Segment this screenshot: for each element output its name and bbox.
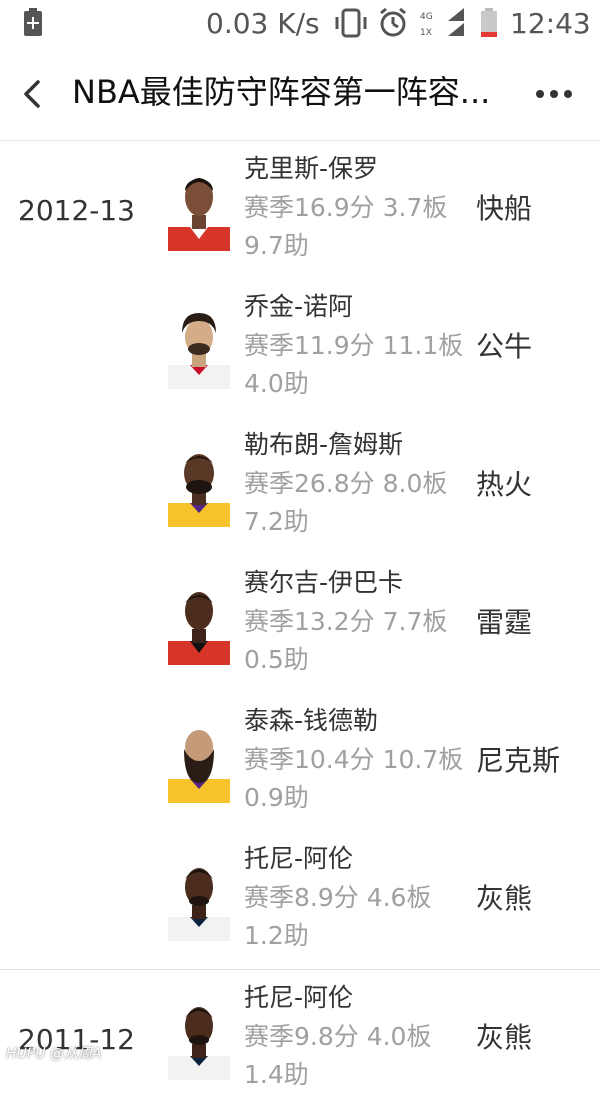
player-avatar: [168, 868, 230, 941]
player-name: 乔金-诺阿: [244, 292, 354, 321]
player-stats: 赛季10.4分 10.7板 0.9助: [244, 745, 464, 812]
player-avatar: [168, 1007, 230, 1080]
player-name: 赛尔吉-伊巴卡: [244, 568, 404, 597]
team-name: 尼克斯: [476, 744, 561, 777]
player-avatar: [168, 592, 230, 665]
player-stats: 赛季26.8分 8.0板 7.2助: [244, 469, 448, 536]
team-name: 热火: [476, 468, 533, 501]
network-label-1x: 1X: [420, 28, 432, 38]
watermark: HUPU @从周A: [6, 1046, 102, 1062]
player-name: 克里斯-保罗: [244, 154, 379, 183]
season-label: 2012-13: [18, 194, 135, 227]
vibrate-icon: [335, 8, 367, 38]
page-title: NBA最佳防守阵容第一阵容...: [72, 73, 491, 111]
network-label-4g: 4G: [420, 12, 433, 22]
player-name: 托尼-阿伦: [244, 983, 354, 1012]
alarm-icon: [380, 8, 406, 37]
list-item[interactable]: 泰森-钱德勒 赛季10.4分 10.7板 0.9助 尼克斯: [0, 693, 600, 831]
list-item[interactable]: 勒布朗-詹姆斯 赛季26.8分 8.0板 7.2助 热火: [0, 417, 600, 555]
player-stats: 赛季9.8分 4.0板 1.4助: [244, 1022, 432, 1089]
team-name: 快船: [476, 192, 533, 225]
list-item[interactable]: 乔金-诺阿 赛季11.9分 11.1板 4.0助 公牛: [0, 279, 600, 417]
list-item[interactable]: 2011-12 托尼-阿伦 赛季9.8分 4.0板 1.4助 灰熊: [0, 970, 600, 1108]
player-stats: 赛季16.9分 3.7板 9.7助: [244, 193, 448, 260]
player-name: 泰森-钱德勒: [244, 706, 379, 735]
team-name: 雷霆: [476, 606, 533, 639]
player-stats: 赛季13.2分 7.7板 0.5助: [244, 607, 448, 674]
back-arrow-icon[interactable]: [20, 76, 44, 112]
player-avatar: [168, 730, 230, 803]
cellular-signal-icon: 4G 1X: [420, 8, 464, 38]
battery-low-icon: [481, 8, 497, 37]
player-stats: 赛季8.9分 4.6板 1.2助: [244, 883, 432, 950]
battery-saver-icon: [24, 8, 42, 36]
team-name: 灰熊: [476, 1021, 533, 1054]
more-options-icon[interactable]: [530, 76, 578, 112]
clock: 12:43: [510, 7, 591, 40]
list-item[interactable]: 托尼-阿伦 赛季8.9分 4.6板 1.2助 灰熊: [0, 831, 600, 969]
player-avatar: [168, 454, 230, 527]
app-header: NBA最佳防守阵容第一阵容...: [0, 48, 600, 141]
team-name: 公牛: [476, 330, 533, 363]
player-name: 托尼-阿伦: [244, 844, 354, 873]
defensive-team-list: 2012-13 克里斯-保罗 赛季16.9分 3.7板 9.7助 快船 乔金-诺…: [0, 141, 600, 1108]
player-stats: 赛季11.9分 11.1板 4.0助: [244, 331, 464, 398]
list-item[interactable]: 2012-13 克里斯-保罗 赛季16.9分 3.7板 9.7助 快船: [0, 141, 600, 279]
player-name: 勒布朗-詹姆斯: [244, 430, 404, 459]
status-bar: 0.03 K/s 4G 1X 12:43: [0, 0, 600, 48]
player-avatar: [168, 313, 230, 389]
player-avatar: [168, 178, 230, 251]
list-item[interactable]: 赛尔吉-伊巴卡 赛季13.2分 7.7板 0.5助 雷霆: [0, 555, 600, 693]
team-name: 灰熊: [476, 882, 533, 915]
network-speed: 0.03 K/s: [206, 7, 320, 40]
